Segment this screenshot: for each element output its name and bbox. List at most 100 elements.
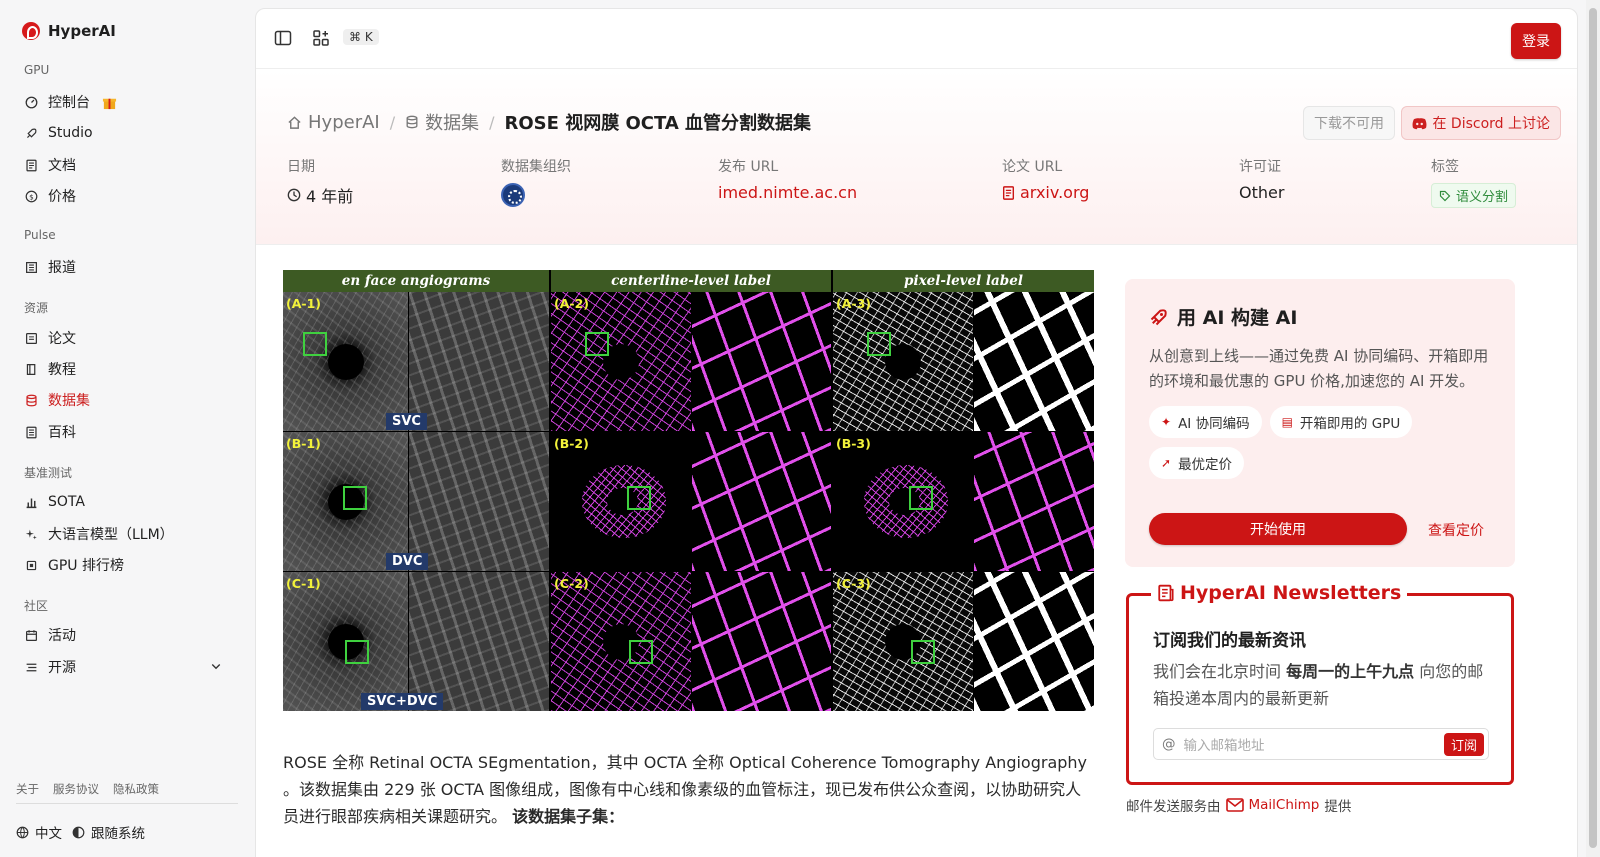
sidebar-item-gpu-leaderboard[interactable]: GPU 排行榜: [16, 550, 232, 580]
discord-button[interactable]: 在 Discord 上讨论: [1401, 106, 1561, 140]
promo-features: ✦ AI 协同编码 ▤ 开箱即用的 GPU ➚ 最优定价: [1149, 406, 1449, 479]
sidebar-toggle-icon[interactable]: [274, 29, 292, 47]
figure-cell-c1: (C-1): [283, 572, 408, 711]
figure-cell-b3: (B-3): [833, 432, 973, 571]
breadcrumb-separator: /: [489, 112, 495, 132]
promo-title: 用 AI 构建 AI: [1177, 307, 1298, 329]
breadcrumb-separator: /: [389, 112, 396, 132]
mail-icon: [1225, 798, 1244, 812]
license-value: Other: [1239, 183, 1285, 202]
meta-date: 日期 4 年前: [287, 159, 354, 206]
database-icon: [25, 394, 38, 407]
sidebar-item-events[interactable]: 活动: [16, 620, 232, 650]
footer-privacy-link[interactable]: 隐私政策: [113, 781, 159, 797]
mailchimp-note: 邮件发送服务由 MailChimp 提供: [1126, 797, 1352, 815]
row-tag-svc: SVC: [386, 413, 427, 430]
sparkles-icon: ✦: [1161, 415, 1172, 429]
footer-terms-link[interactable]: 服务协议: [53, 781, 99, 797]
release-url-link[interactable]: imed.nimte.ac.cn: [718, 183, 857, 202]
figure-cell-b3-zoom: [974, 432, 1094, 571]
server-icon: ▤: [1281, 415, 1293, 429]
breadcrumb-datasets[interactable]: 数据集: [405, 109, 479, 135]
feature-chip: ➚ 最优定价: [1149, 447, 1245, 479]
login-button[interactable]: 登录: [1511, 23, 1561, 59]
sidebar-item-papers[interactable]: 论文: [16, 323, 232, 353]
at-icon: @: [1162, 736, 1176, 752]
wiki-icon: [25, 426, 38, 439]
row-tag-svc-dvc: SVC+DVC: [361, 693, 444, 710]
sidebar-item-sota[interactable]: SOTA: [16, 487, 232, 517]
sidebar-item-studio[interactable]: Studio: [16, 118, 232, 148]
promo-body: 从创意到上线——通过免费 AI 协同编码、开箱即用的环境和最优惠的 GPU 价格…: [1149, 347, 1489, 390]
newsletter-body: 我们会在北京时间 每周一的上午九点 向您的邮箱投递本周内的最新更新: [1153, 662, 1484, 708]
figure-cell-c2-zoom: [692, 572, 831, 711]
figure-cell-b2: (B-2): [551, 432, 691, 571]
figure-cell-b1: (B-1): [283, 432, 408, 571]
clock-icon: [287, 188, 301, 202]
news-icon: [25, 261, 38, 274]
figure-cell-c1-zoom: [409, 572, 549, 711]
sidebar: HyperAI GPU 控制台 Studio 文档 $ 价格 Pulse 报道 …: [0, 0, 255, 857]
breadcrumb: HyperAI / 数据集 / ROSE 视网膜 OCTA 血管分割数据集: [287, 109, 811, 135]
meta-paper: 论文 URL arxiv.org: [1002, 159, 1090, 202]
apps-icon[interactable]: [312, 29, 330, 47]
footer-settings: 中文 跟随系统: [16, 822, 145, 842]
home-icon: [288, 115, 301, 129]
rocket-icon: ➚: [1161, 456, 1172, 470]
figure-cell-a3-zoom: [974, 292, 1094, 431]
date-value: 4 年前: [306, 187, 354, 206]
section-pulse: Pulse: [24, 228, 56, 242]
chevron-down-icon: [210, 660, 222, 676]
email-field[interactable]: @ 输入邮箱地址 订阅: [1153, 728, 1489, 760]
figure-cell-a1: (A-1): [283, 292, 408, 431]
figure-header-3: pixel-level label: [833, 270, 1094, 292]
rocket-icon: [1150, 308, 1167, 325]
mailchimp-link[interactable]: MailChimp: [1225, 797, 1319, 813]
meta-org: 数据集组织: [501, 156, 571, 207]
dashboard-icon: [25, 96, 38, 109]
theme-switcher[interactable]: 跟随系统: [72, 822, 145, 842]
section-gpu: GPU: [24, 63, 50, 77]
newsletter-title: HyperAI Newsletters: [1180, 582, 1402, 604]
language-switcher[interactable]: 中文: [16, 822, 62, 842]
get-started-button[interactable]: 开始使用: [1149, 513, 1407, 545]
sidebar-item-docs[interactable]: 文档: [16, 150, 232, 180]
footer-about-link[interactable]: 关于: [16, 781, 39, 797]
footer-divider: [16, 803, 238, 804]
sidebar-item-llm[interactable]: 大语言模型（LLM）: [16, 519, 232, 549]
footer-links: 关于 服务协议 隐私政策: [16, 781, 159, 797]
organization-logo[interactable]: [501, 183, 525, 207]
figure-cell-c3-zoom: [974, 572, 1094, 711]
figure-cell-a2: (A-2): [551, 292, 691, 431]
sidebar-item-opensource[interactable]: 开源: [16, 652, 232, 682]
tag-semantic-segmentation[interactable]: 语义分割: [1431, 183, 1517, 208]
newsletter-icon: [1158, 584, 1174, 602]
figure-cell-a1-zoom: [409, 292, 549, 431]
scrollbar-thumb[interactable]: [1589, 8, 1597, 848]
sidebar-item-wiki[interactable]: 百科: [16, 417, 232, 447]
breadcrumb-home[interactable]: HyperAI: [287, 112, 380, 133]
dataset-figure: en face angiograms centerline-level labe…: [283, 270, 1094, 711]
meta-tags: 标签 语义分割: [1431, 156, 1517, 208]
row-tag-dvc: DVC: [386, 553, 429, 570]
hyperai-logo-icon: [22, 22, 40, 40]
sidebar-item-datasets[interactable]: 数据集: [16, 385, 232, 415]
sidebar-item-tutorials[interactable]: 教程: [16, 354, 232, 384]
newsletter-card: HyperAI Newsletters 订阅我们的最新资讯 我们会在北京时间 每…: [1126, 582, 1514, 785]
search-shortcut[interactable]: ⌘ K: [343, 29, 379, 45]
section-benchmarks: 基准测试: [24, 466, 73, 480]
sidebar-item-pricing[interactable]: $ 价格: [16, 181, 232, 211]
brand[interactable]: HyperAI: [22, 22, 116, 40]
globe-icon: [16, 826, 29, 838]
view-pricing-link[interactable]: 查看定价: [1428, 520, 1484, 540]
subscribe-button[interactable]: 订阅: [1443, 733, 1484, 756]
download-button[interactable]: 下载不可用: [1303, 106, 1395, 140]
sidebar-item-console[interactable]: 控制台: [16, 87, 232, 117]
figure-cell-a2-zoom: [692, 292, 831, 431]
paper-url-link[interactable]: arxiv.org: [1002, 183, 1089, 202]
brand-name: HyperAI: [48, 22, 116, 40]
page-scrollbar[interactable]: [1586, 0, 1600, 857]
sidebar-item-news[interactable]: 报道: [16, 252, 232, 282]
promo-card: 用 AI 构建 AI 从创意到上线——通过免费 AI 协同编码、开箱即用的环境和…: [1125, 279, 1515, 567]
figure-cell-c3: (C-3): [833, 572, 973, 711]
